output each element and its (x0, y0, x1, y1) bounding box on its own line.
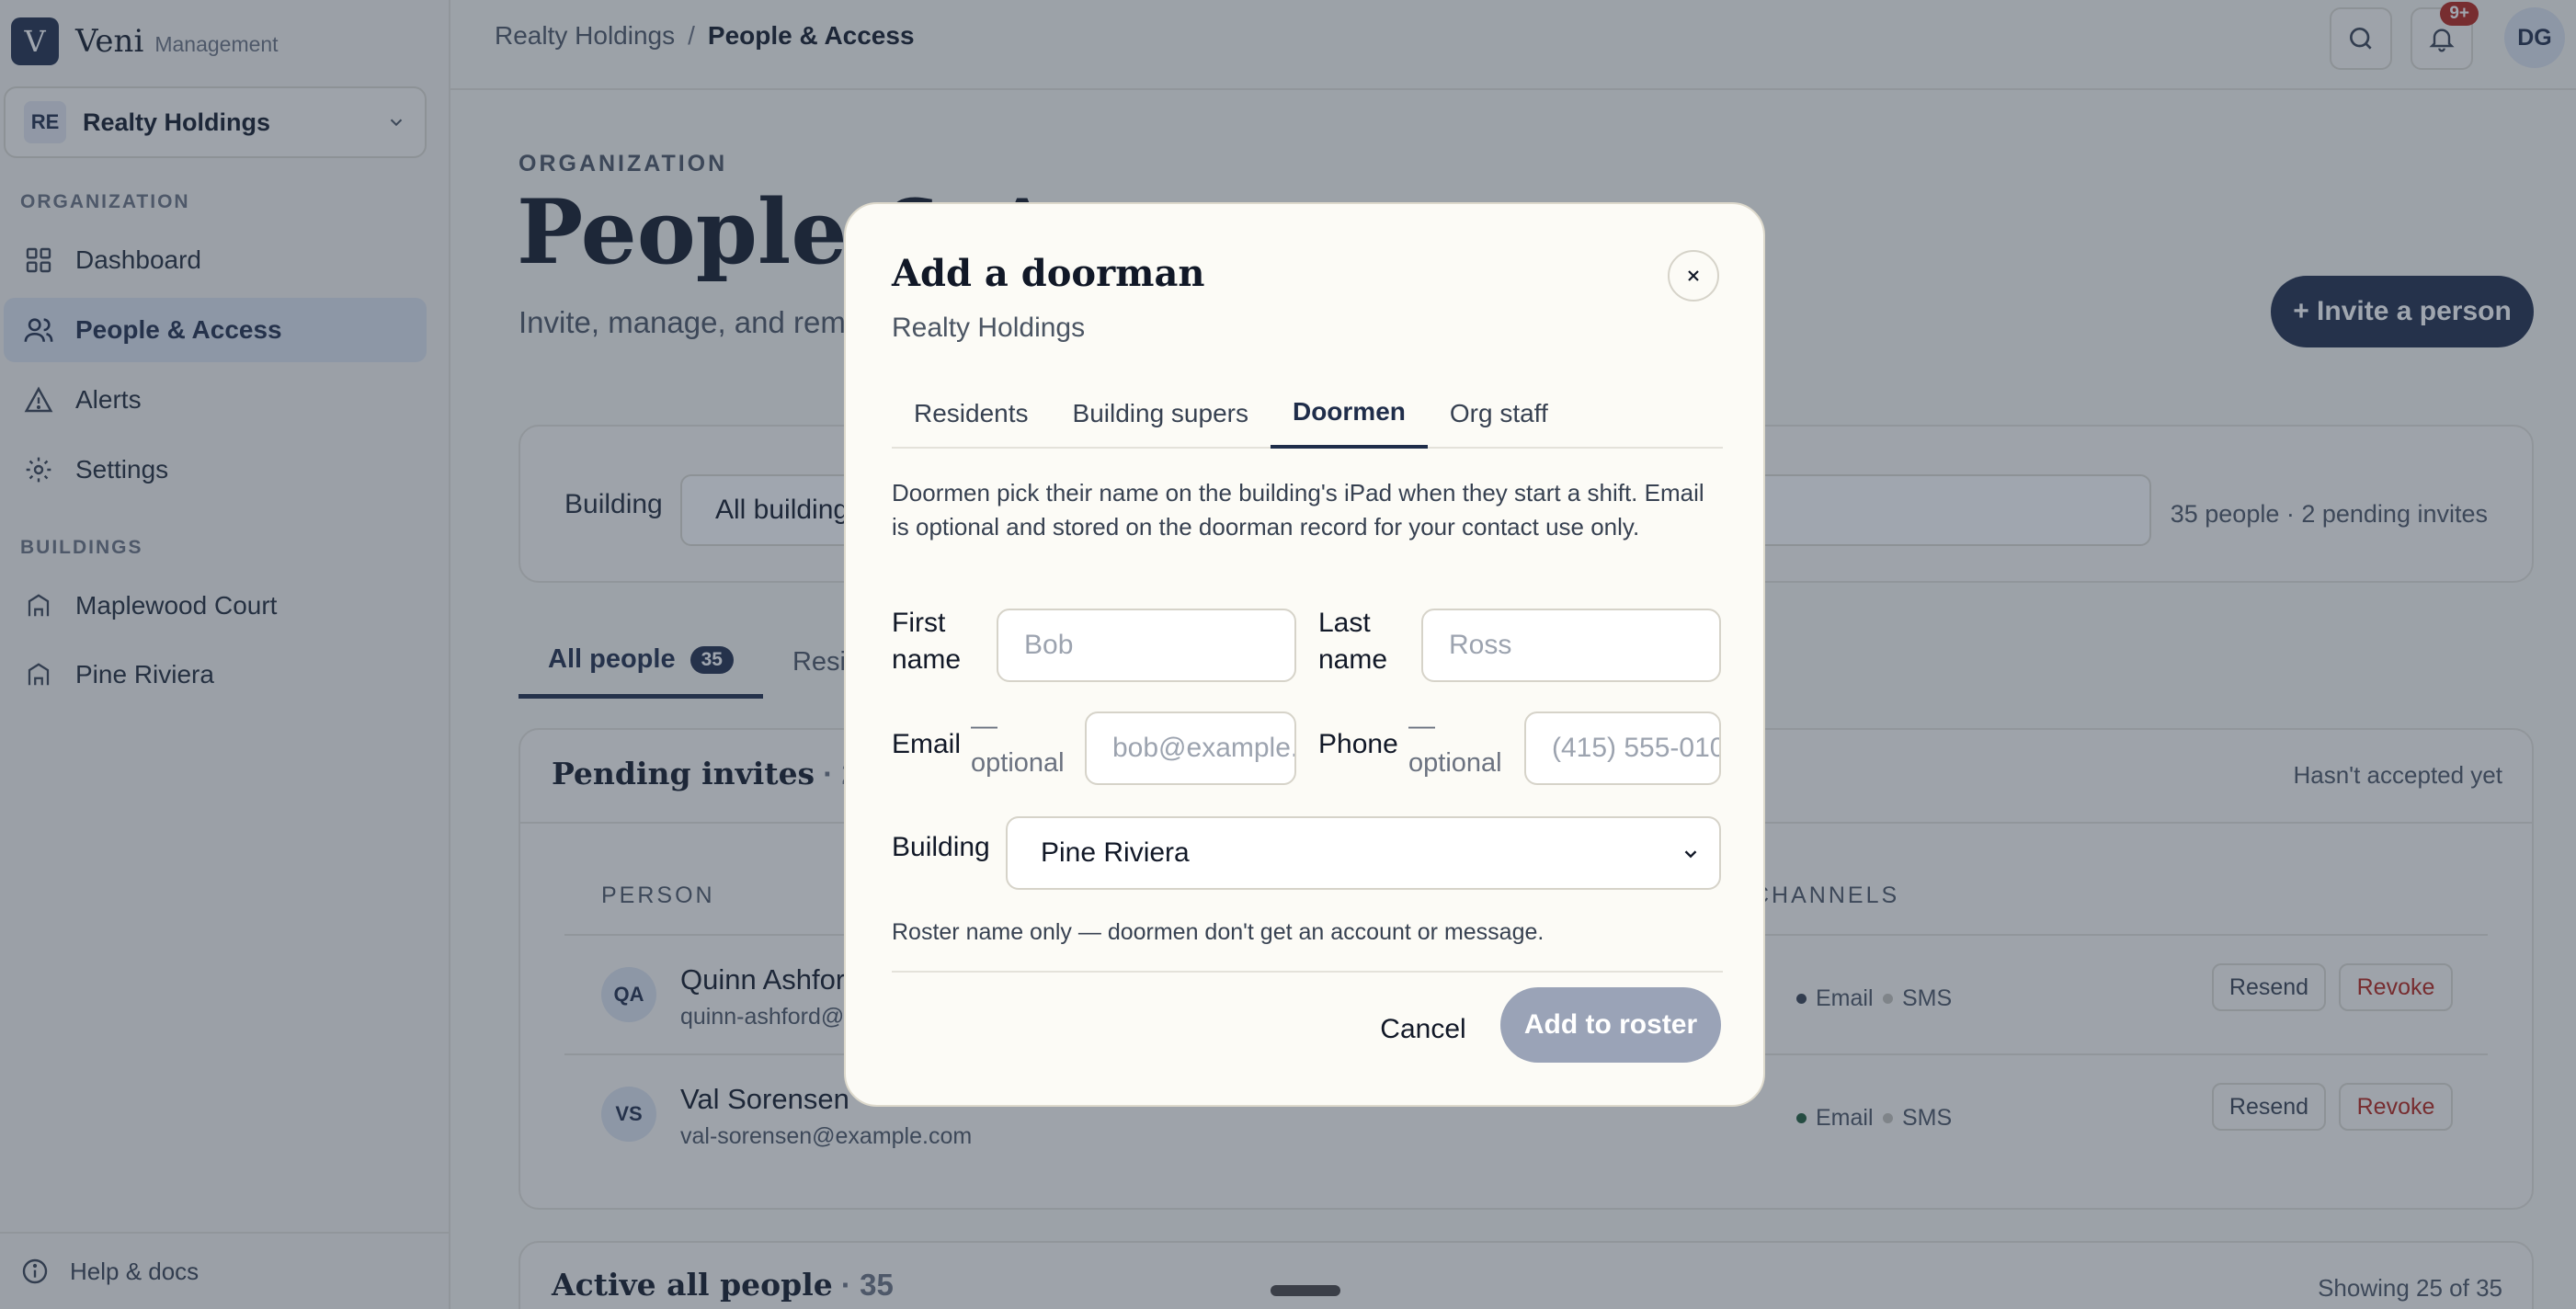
first-name-field[interactable]: Bob (997, 609, 1296, 682)
phone-optional-note: — optional (1408, 711, 1502, 778)
building-select-value: Pine Riviera (1041, 837, 1190, 868)
building-select[interactable]: Pine Riviera (1006, 816, 1721, 890)
email-optional-note: — optional (971, 711, 1065, 778)
dialog-title: Add a doorman (892, 252, 1205, 295)
dialog-hint: Roster name only — doormen don't get an … (892, 919, 1544, 945)
add-to-roster-button[interactable]: Add to roster (1500, 987, 1721, 1063)
tab-org-staff[interactable]: Org staff (1428, 379, 1570, 449)
tab-residents[interactable]: Residents (892, 379, 1051, 449)
building-label: Building (892, 832, 990, 862)
phone-field[interactable]: (415) 555-0100 (1524, 711, 1721, 785)
chevron-down-icon (1684, 850, 1697, 859)
role-tabs: Residents Building supers Doormen Org st… (892, 379, 1723, 449)
scroll-handle[interactable] (1271, 1285, 1340, 1296)
add-doorman-dialog: Add a doorman Realty Holdings Residents … (844, 202, 1765, 1107)
divider (892, 971, 1723, 973)
dialog-subtitle: Realty Holdings (892, 313, 1086, 343)
close-button[interactable] (1668, 250, 1719, 302)
last-name-field[interactable]: Ross (1421, 609, 1721, 682)
first-name-label: First name (892, 608, 962, 675)
tab-doormen[interactable]: Doormen (1270, 379, 1428, 449)
tab-building-supers[interactable]: Building supers (1051, 379, 1271, 449)
last-name-label: Last name (1318, 608, 1388, 675)
email-field[interactable]: bob@example.com (1085, 711, 1296, 785)
phone-label: Phone (1318, 729, 1398, 759)
cancel-button[interactable]: Cancel (1357, 993, 1489, 1066)
close-icon (1688, 270, 1699, 281)
dialog-description: Doormen pick their name on the building'… (892, 479, 1704, 541)
email-label: Email (892, 729, 962, 759)
